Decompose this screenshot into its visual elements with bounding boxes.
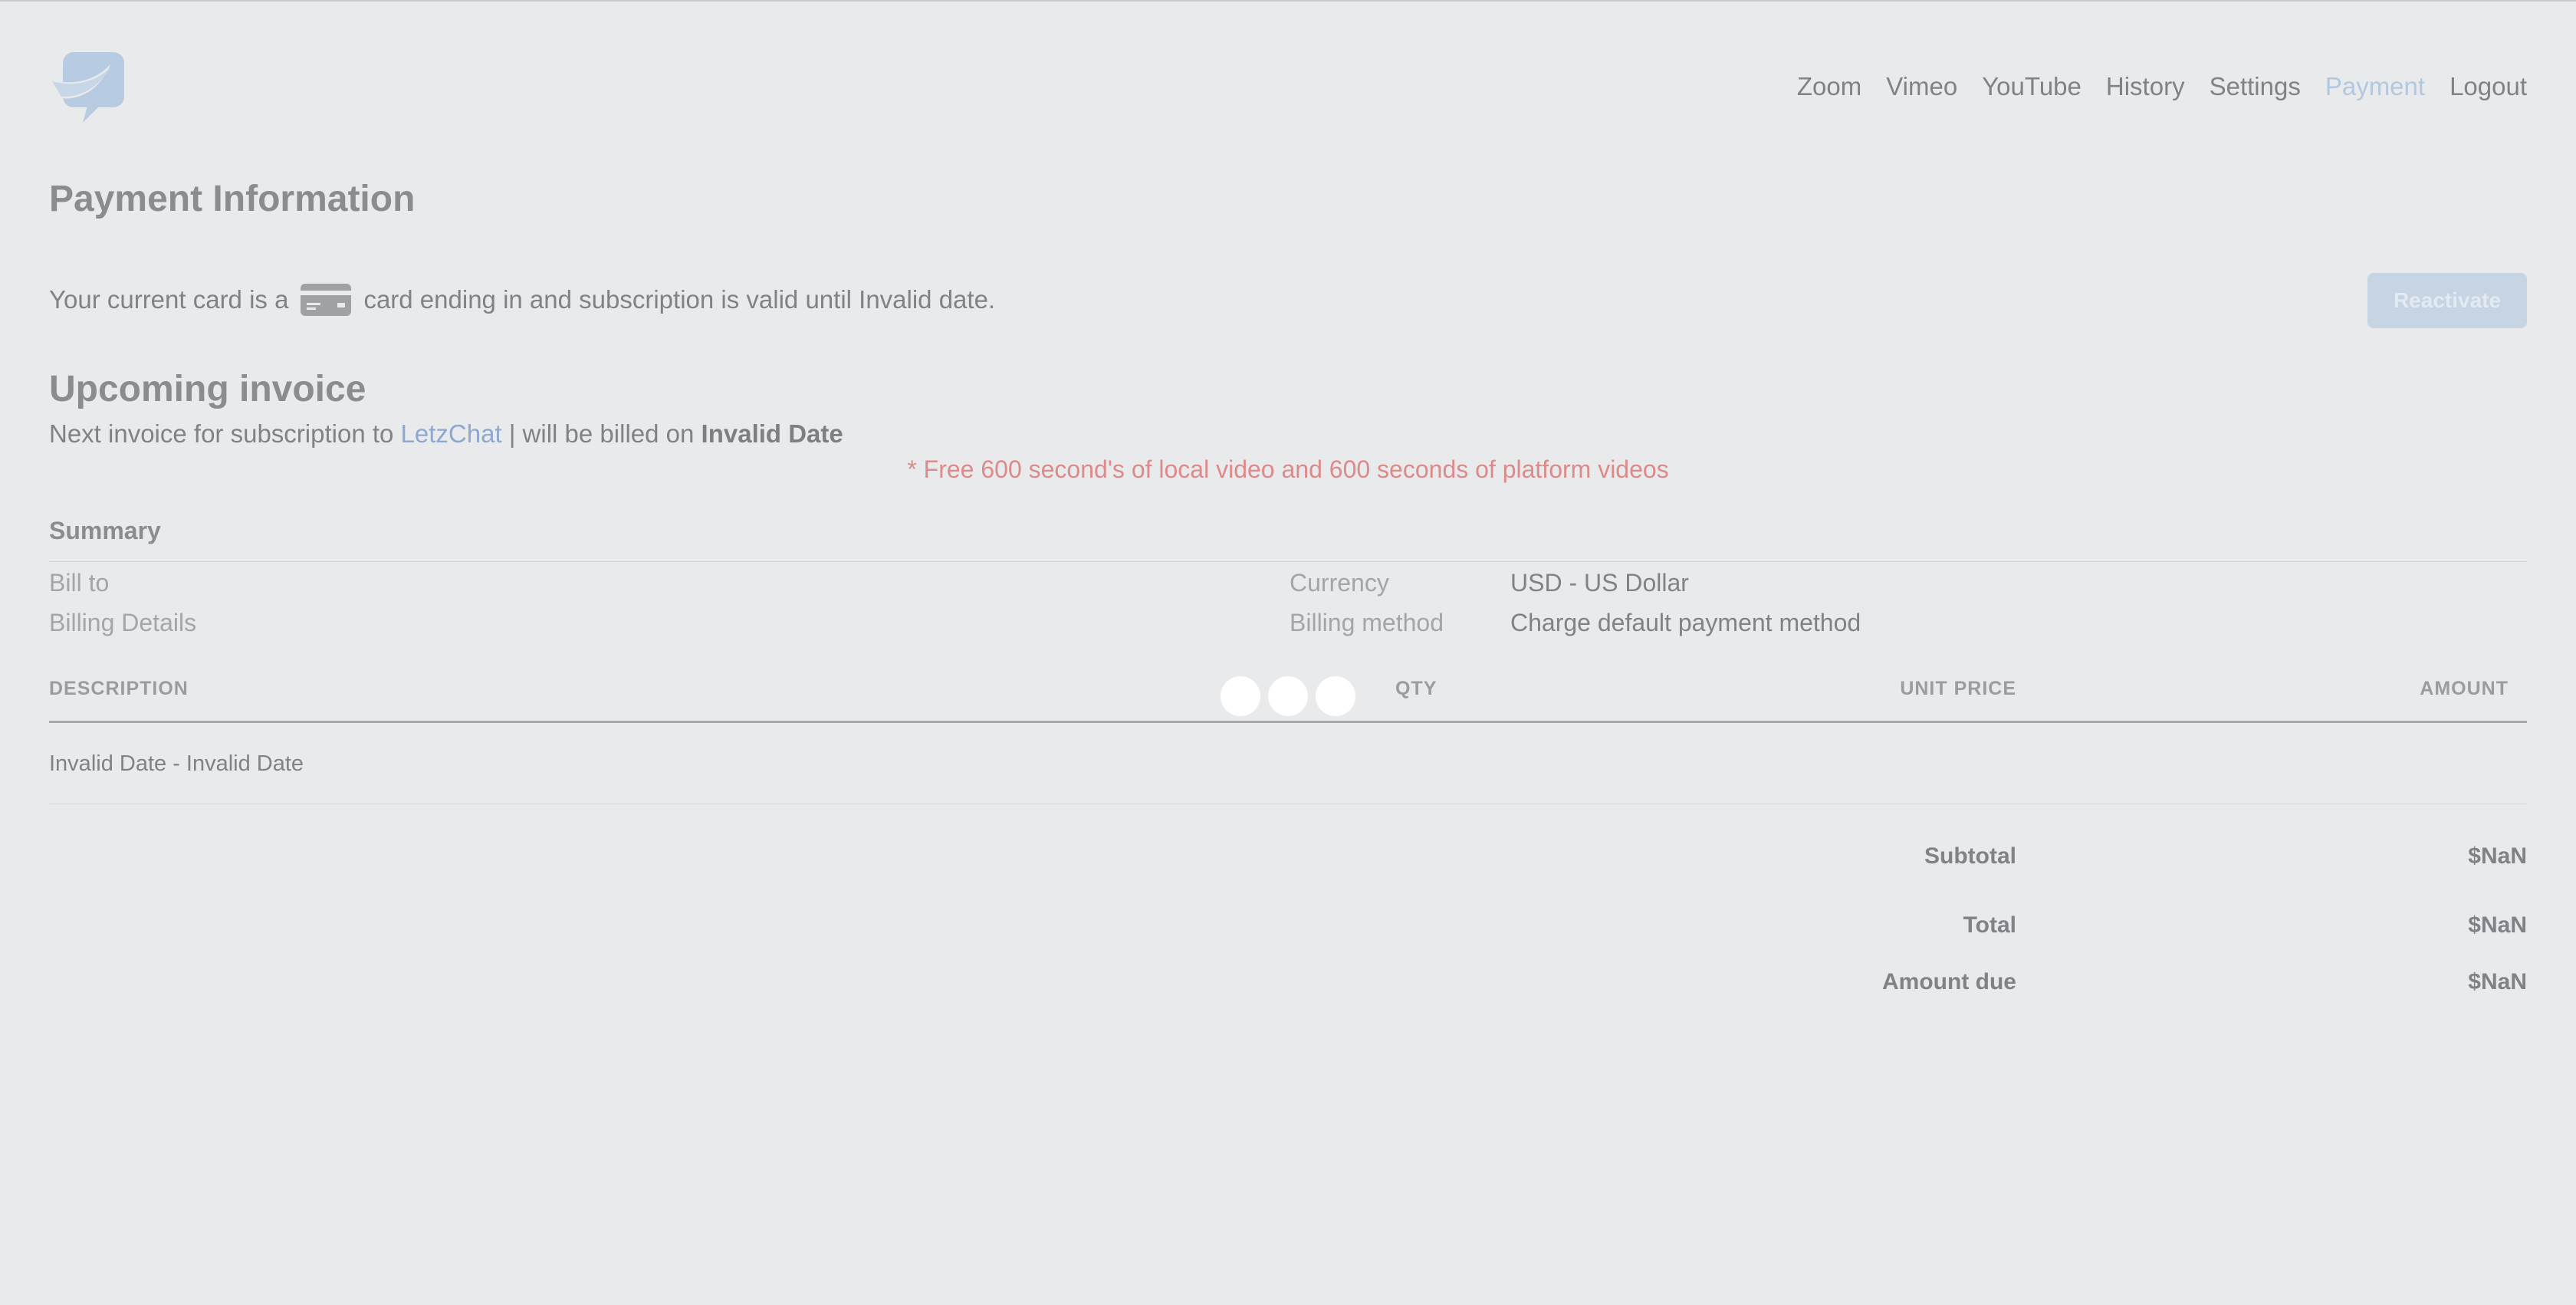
card-text-before: Your current card is a bbox=[49, 285, 289, 314]
currency-value: USD - US Dollar bbox=[1510, 569, 1689, 597]
table-row-description: Invalid Date - Invalid Date bbox=[49, 751, 304, 776]
th-description: DESCRIPTION bbox=[49, 678, 189, 699]
th-amount: AMOUNT bbox=[2420, 678, 2509, 699]
loading-dot-1 bbox=[1221, 676, 1260, 716]
nav-settings[interactable]: Settings bbox=[2210, 72, 2301, 101]
total-value: $NaN bbox=[2468, 912, 2527, 938]
currency-label: Currency bbox=[1290, 569, 1389, 597]
table-header-divider bbox=[49, 721, 2527, 723]
card-text-after: card ending in and subscription is valid… bbox=[363, 285, 996, 314]
nav-history[interactable]: History bbox=[2106, 72, 2185, 101]
reactivate-button[interactable]: Reactivate bbox=[2367, 273, 2527, 328]
amount-due-value: $NaN bbox=[2468, 969, 2527, 994]
next-invoice-middle: | will be billed on bbox=[508, 419, 695, 448]
summary-title: Summary bbox=[49, 517, 161, 544]
nav-logout[interactable]: Logout bbox=[2450, 72, 2527, 101]
nav-zoom[interactable]: Zoom bbox=[1797, 72, 1861, 101]
billing-method-label: Billing method bbox=[1290, 609, 1444, 636]
next-invoice-prefix: Next invoice for subscription to bbox=[49, 419, 394, 448]
summary-divider bbox=[49, 561, 2527, 562]
main-nav: Zoom Vimeo YouTube History Settings Paym… bbox=[1797, 72, 2527, 101]
billing-details-label: Billing Details bbox=[49, 609, 197, 636]
letzchat-logo[interactable] bbox=[49, 51, 126, 127]
page-title: Payment Information bbox=[49, 179, 416, 219]
nav-youtube[interactable]: YouTube bbox=[1982, 72, 2082, 101]
th-unit-price: UNIT PRICE bbox=[1900, 678, 2016, 699]
free-usage-note: * Free 600 second's of local video and 6… bbox=[907, 455, 1669, 483]
loading-dot-3 bbox=[1316, 676, 1355, 716]
billing-date: Invalid Date bbox=[701, 419, 843, 448]
credit-card-icon bbox=[301, 284, 352, 316]
billing-method-value: Charge default payment method bbox=[1510, 609, 1861, 636]
card-status-line: Your current card is a card ending in an… bbox=[49, 284, 995, 316]
plan-link[interactable]: LetzChat bbox=[401, 419, 502, 448]
subtotal-value: $NaN bbox=[2468, 843, 2527, 869]
upcoming-invoice-title: Upcoming invoice bbox=[49, 369, 366, 409]
amount-due-label: Amount due bbox=[1882, 969, 2016, 994]
bill-to-label: Bill to bbox=[49, 569, 110, 597]
next-invoice-line: Next invoice for subscription to LetzCha… bbox=[49, 419, 843, 449]
total-label: Total bbox=[1963, 912, 2016, 938]
th-qty: QTY bbox=[1395, 678, 1438, 699]
nav-payment[interactable]: Payment bbox=[2325, 72, 2425, 101]
nav-vimeo[interactable]: Vimeo bbox=[1886, 72, 1957, 101]
loading-dot-2 bbox=[1268, 676, 1308, 716]
chat-bubble-logo-icon bbox=[49, 52, 124, 123]
subtotal-label: Subtotal bbox=[1924, 843, 2016, 869]
